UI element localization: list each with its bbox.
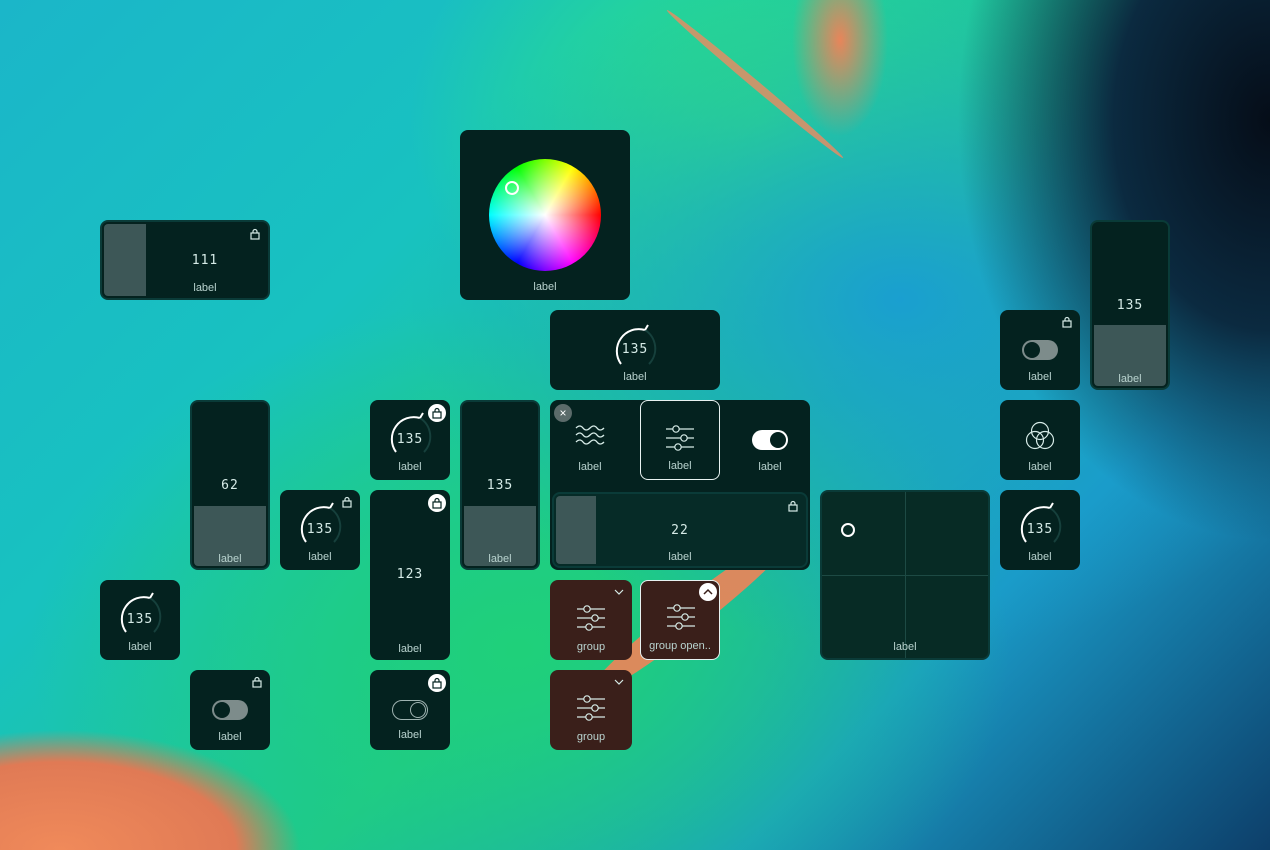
group-widget-open[interactable]: group open.. [640,580,720,660]
knob-widget[interactable]: 135 label [100,580,180,660]
vertical-slider[interactable]: 135 label [460,400,540,570]
panel-item-label: label [578,461,602,473]
panel-item-waves[interactable]: label [550,400,630,480]
vertical-slider[interactable]: 135 label [1090,220,1170,390]
slider-label: label [218,553,242,565]
chevron-down-icon[interactable] [614,588,624,596]
toggle-label: label [218,731,242,743]
knob-widget[interactable]: 135 label [370,400,450,480]
sliders-icon [577,605,605,631]
vertical-slider[interactable]: 62 label [190,400,270,570]
horizontal-slider[interactable]: 22 label [552,492,808,568]
panel-item-label: label [758,461,782,473]
slider-label: label [668,551,692,563]
lock-icon[interactable] [428,674,446,692]
lock-icon[interactable] [1062,316,1072,328]
knob-label: label [1028,551,1052,563]
slider-value: 22 [671,523,689,538]
slider-fill [104,224,146,296]
xy-pad-label: label [893,641,917,653]
toggle-switch[interactable] [1022,340,1058,360]
panel-item-sliders[interactable]: label [640,400,720,480]
lock-icon[interactable] [250,228,260,240]
toggle-widget[interactable]: label [190,670,270,750]
color-wheel-label: label [533,281,557,293]
panel-item-toggle[interactable]: label [730,400,810,480]
lock-icon[interactable] [428,494,446,512]
slider-value: 135 [486,478,514,493]
chevron-up-icon[interactable] [699,583,717,601]
knob-value: 135 [1026,522,1054,537]
vertical-slider[interactable]: 123 label [370,490,450,660]
slider-label: label [488,553,512,565]
sliders-icon [666,425,694,451]
knob-label: label [623,371,647,383]
color-wheel-widget[interactable]: label [460,130,630,300]
slider-value: 123 [396,567,424,582]
slider-value: 135 [1116,298,1144,313]
toggle-widget[interactable]: label [1000,310,1080,390]
sliders-icon [577,695,605,721]
waves-icon [575,425,605,445]
color-blend-icon [1025,421,1055,450]
group-label: group [576,731,606,743]
panel-item-label: label [668,460,692,472]
toggle-label: label [1028,371,1052,383]
knob-value: 135 [126,612,154,627]
color-wheel[interactable] [489,159,601,271]
xy-pad[interactable]: label [820,490,990,660]
lock-icon[interactable] [428,404,446,422]
toggle-icon[interactable] [752,430,788,450]
group-widget[interactable]: group [550,580,632,660]
xy-pad-horizontal-axis [822,575,988,576]
lock-icon[interactable] [788,500,798,512]
group-label: group open.. [649,640,711,652]
group-label: group [576,641,606,653]
knob-value: 135 [396,432,424,447]
knob-label: label [128,641,152,653]
slider-label: label [1118,373,1142,385]
slider-label: label [193,282,217,294]
xy-pad-handle[interactable] [841,523,855,537]
chevron-down-icon[interactable] [614,678,624,686]
blend-widget[interactable]: label [1000,400,1080,480]
knob-label: label [308,551,332,563]
knob-value: 135 [306,522,334,537]
blend-label: label [1028,461,1052,473]
background-streak [664,7,846,161]
toggle-switch[interactable] [392,700,428,720]
knob-widget[interactable]: 135 label [280,490,360,570]
slider-value: 62 [221,478,239,493]
slider-label: label [398,643,422,655]
group-widget[interactable]: group [550,670,632,750]
toggle-label: label [398,729,422,741]
lock-icon[interactable] [252,676,262,688]
toggle-switch[interactable] [212,700,248,720]
sliders-icon [667,604,695,630]
control-panel: × label label label 22 label [550,400,810,570]
toggle-widget[interactable]: label [370,670,450,750]
color-picker-handle[interactable] [505,181,519,195]
knob-widget[interactable]: 135 label [550,310,720,390]
knob-widget[interactable]: 135 label [1000,490,1080,570]
horizontal-slider[interactable]: 111 label [100,220,270,300]
knob-value: 135 [621,342,649,357]
slider-value: 111 [191,253,219,268]
knob-label: label [398,461,422,473]
lock-icon[interactable] [342,496,352,508]
